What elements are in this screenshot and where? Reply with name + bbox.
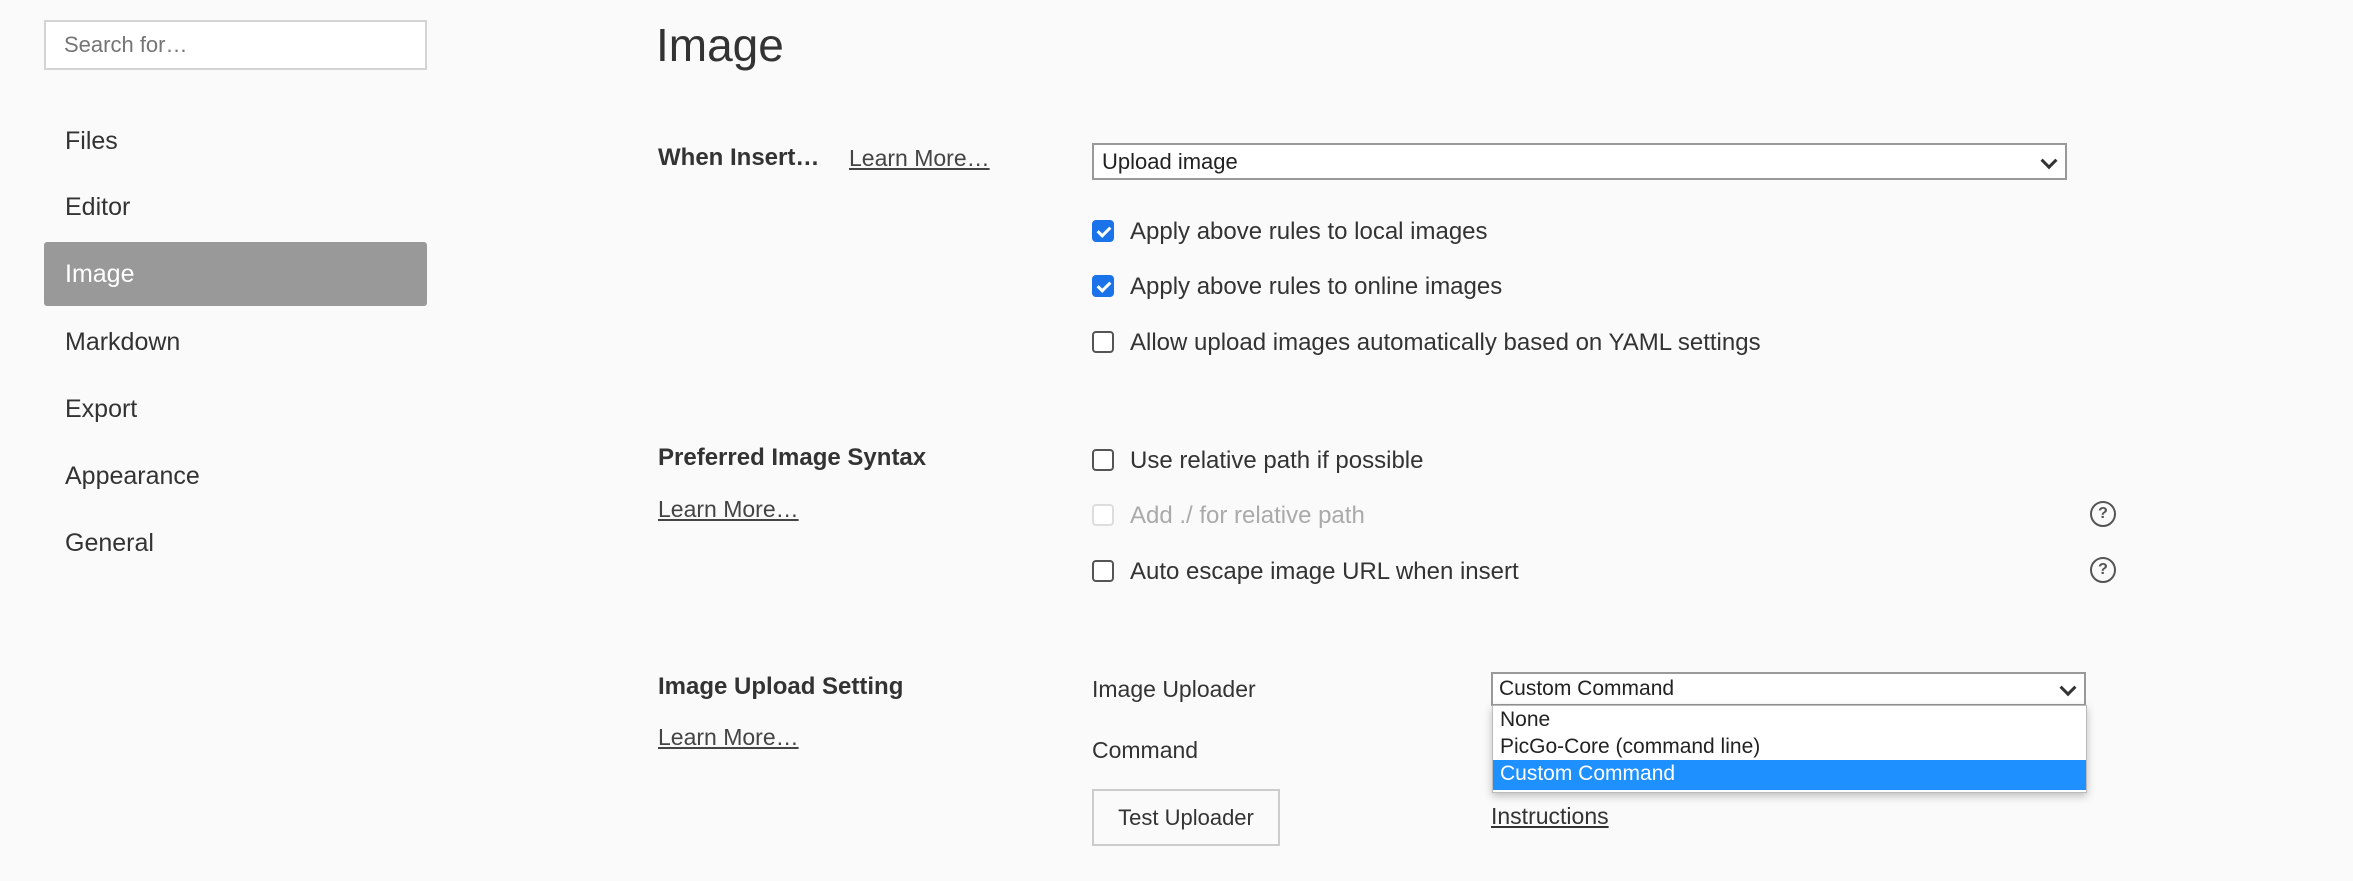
sidebar-item-editor[interactable]: Editor [44, 175, 427, 239]
when-insert-label: When Insert… [658, 144, 820, 171]
auto-escape-label: Auto escape image URL when insert [1130, 558, 1519, 585]
instructions-link[interactable]: Instructions [1491, 803, 1609, 830]
dropdown-option-none[interactable]: None [1493, 706, 2086, 733]
uploader-dropdown-list: None PicGo-Core (command line) Custom Co… [1492, 705, 2087, 793]
chevron-down-icon [2059, 679, 2077, 697]
image-uploader-label: Image Uploader [1092, 676, 1256, 702]
sidebar-item-markdown[interactable]: Markdown [44, 310, 427, 374]
sidebar-item-image[interactable]: Image [44, 242, 427, 306]
image-uploader-select[interactable]: Custom Command [1491, 672, 2086, 706]
help-icon[interactable]: ? [2090, 557, 2116, 583]
search-input[interactable] [44, 20, 427, 70]
when-insert-learn-more-link[interactable]: Learn More… [849, 145, 990, 172]
test-uploader-button[interactable]: Test Uploader [1092, 789, 1280, 846]
relative-path-label: Use relative path if possible [1130, 447, 1424, 474]
sidebar-item-export[interactable]: Export [44, 377, 427, 441]
sidebar-item-appearance[interactable]: Appearance [44, 444, 427, 508]
allow-yaml-upload-label: Allow upload images automatically based … [1130, 329, 1761, 356]
apply-online-checkbox[interactable] [1092, 275, 1114, 297]
add-dot-slash-checkbox [1092, 504, 1114, 526]
chevron-down-icon [2040, 151, 2058, 169]
syntax-learn-more-link[interactable]: Learn More… [658, 496, 799, 523]
add-dot-slash-label: Add ./ for relative path [1130, 502, 1365, 529]
relative-path-checkbox[interactable] [1092, 449, 1114, 471]
apply-online-label: Apply above rules to online images [1130, 273, 1503, 300]
when-insert-select-value: Upload image [1102, 149, 1238, 174]
dropdown-option-custom-command[interactable]: Custom Command [1493, 760, 2086, 790]
upload-setting-label: Image Upload Setting [658, 673, 904, 700]
sidebar-item-files[interactable]: Files [44, 109, 427, 173]
auto-escape-checkbox[interactable] [1092, 560, 1114, 582]
upload-learn-more-link[interactable]: Learn More… [658, 724, 799, 751]
preferred-syntax-label: Preferred Image Syntax [658, 444, 927, 471]
allow-yaml-upload-checkbox[interactable] [1092, 331, 1114, 353]
apply-local-checkbox[interactable] [1092, 220, 1114, 242]
sidebar-item-general[interactable]: General [44, 511, 427, 575]
command-label: Command [1092, 737, 1199, 763]
dropdown-option-picgo[interactable]: PicGo-Core (command line) [1493, 733, 2086, 760]
when-insert-select[interactable]: Upload image [1092, 143, 2067, 180]
help-icon[interactable]: ? [2090, 501, 2116, 527]
apply-local-label: Apply above rules to local images [1130, 218, 1488, 245]
image-uploader-value: Custom Command [1499, 677, 1675, 700]
page-title: Image [656, 19, 784, 71]
